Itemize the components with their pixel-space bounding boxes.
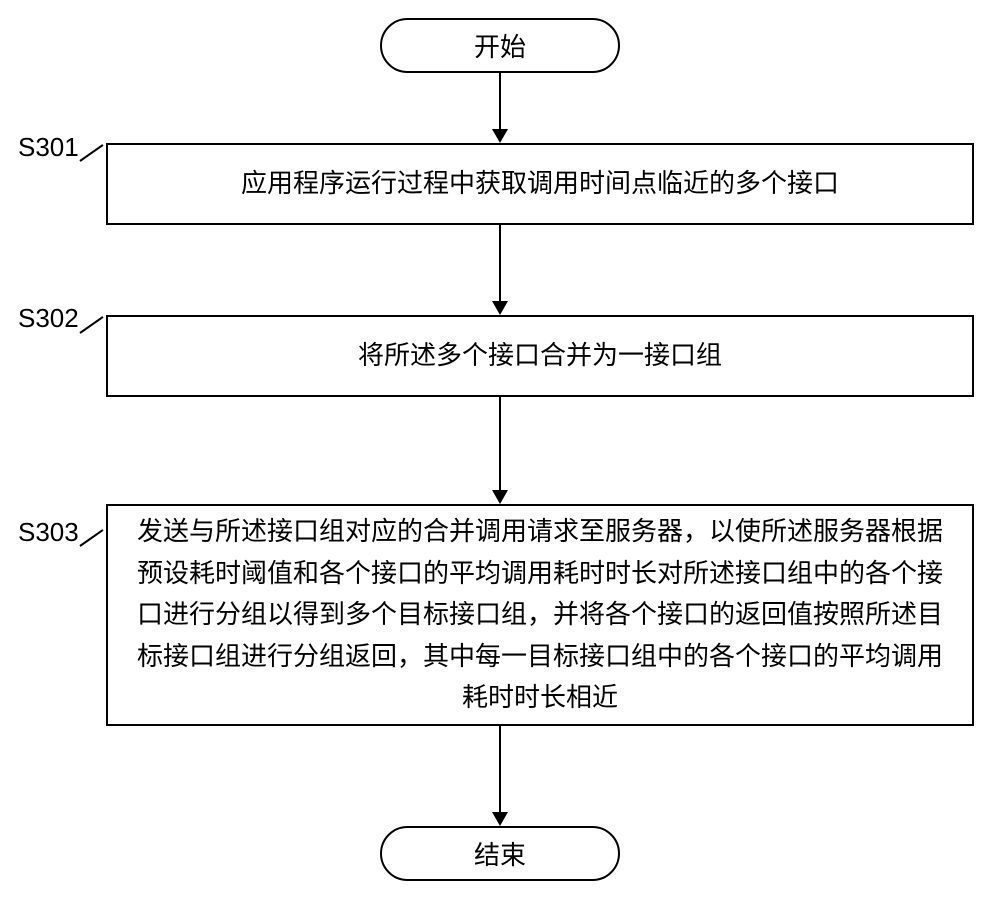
- start-node: 开始: [380, 18, 620, 73]
- process-s301: 应用程序运行过程中获取调用时间点临近的多个接口: [106, 143, 974, 225]
- process-s301-text: 应用程序运行过程中获取调用时间点临近的多个接口: [241, 163, 839, 205]
- arrow-line: [499, 726, 501, 814]
- arrow-line: [499, 397, 501, 492]
- step-label-line: [79, 529, 103, 547]
- step-label-s301: S301: [18, 132, 79, 163]
- arrow-head-icon: [492, 129, 508, 143]
- arrow-head-icon: [492, 812, 508, 826]
- end-label: 结束: [474, 835, 526, 872]
- process-s303: 发送与所述接口组对应的合并调用请求至服务器，以使所述服务器根据预设耗时阈值和各个…: [106, 504, 974, 726]
- arrow-line: [499, 225, 501, 303]
- flowchart-container: 开始 S301 应用程序运行过程中获取调用时间点临近的多个接口 S302 将所述…: [0, 0, 1000, 909]
- start-label: 开始: [474, 27, 526, 64]
- arrow-head-icon: [492, 490, 508, 504]
- step-label-s303: S303: [18, 517, 79, 548]
- step-label-line: [79, 316, 103, 334]
- process-s303-text: 发送与所述接口组对应的合并调用请求至服务器，以使所述服务器根据预设耗时阈值和各个…: [128, 511, 952, 719]
- step-label-s302: S302: [18, 303, 79, 334]
- process-s302-text: 将所述多个接口合并为一接口组: [358, 335, 722, 377]
- arrow-head-icon: [492, 301, 508, 315]
- step-label-line: [79, 144, 103, 162]
- process-s302: 将所述多个接口合并为一接口组: [106, 315, 974, 397]
- end-node: 结束: [380, 826, 620, 881]
- arrow-line: [499, 73, 501, 131]
